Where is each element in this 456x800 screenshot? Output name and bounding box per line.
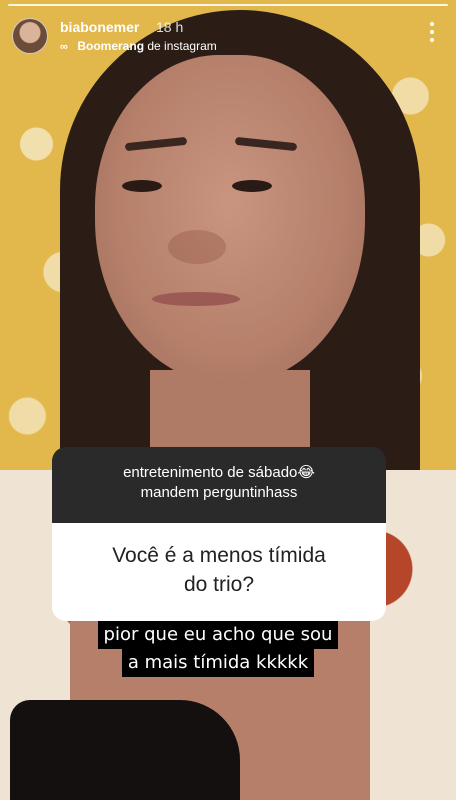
question-sticker[interactable]: entretenimento de sábado😂 mandem pergunt… (52, 447, 386, 621)
sticker-question: Você é a menos tímida do trio? (52, 523, 386, 621)
story-photo (0, 0, 456, 800)
photo-bra (10, 700, 240, 800)
more-vertical-icon[interactable] (430, 22, 434, 42)
sticker-question-line2: do trio? (183, 573, 255, 596)
story-progress-bar (8, 4, 448, 6)
sticker-question-line1: Você é a menos tímida (112, 544, 326, 567)
post-time: 18 h (156, 19, 184, 35)
answer-line1: pior que eu acho que sou (97, 621, 339, 649)
boomerang-icon: ∞ (60, 41, 68, 53)
photo-eye-left (122, 180, 162, 192)
answer-line2: a mais tímida kkkkk (121, 649, 315, 677)
username[interactable]: biabonemer (60, 19, 139, 35)
photo-nose (168, 230, 226, 264)
sticker-prompt: entretenimento de sábado😂 mandem pergunt… (52, 447, 386, 523)
story-header: biabonemer 18 h ∞ Boomerang de instagram (12, 16, 448, 60)
source-suffix: de instagram (147, 39, 217, 53)
sticker-prompt-line2: mandem perguntinhass (140, 484, 298, 501)
answer-caption: pior que eu acho que sou a mais tímida k… (76, 621, 360, 677)
sticker-prompt-line1: entretenimento de sábado😂 (123, 464, 315, 481)
photo-face (95, 55, 365, 385)
story-source[interactable]: ∞ Boomerang de instagram (60, 39, 217, 53)
source-app: Boomerang (77, 39, 145, 53)
avatar[interactable] (12, 18, 48, 54)
photo-mouth (152, 292, 240, 306)
photo-eye-right (232, 180, 272, 192)
